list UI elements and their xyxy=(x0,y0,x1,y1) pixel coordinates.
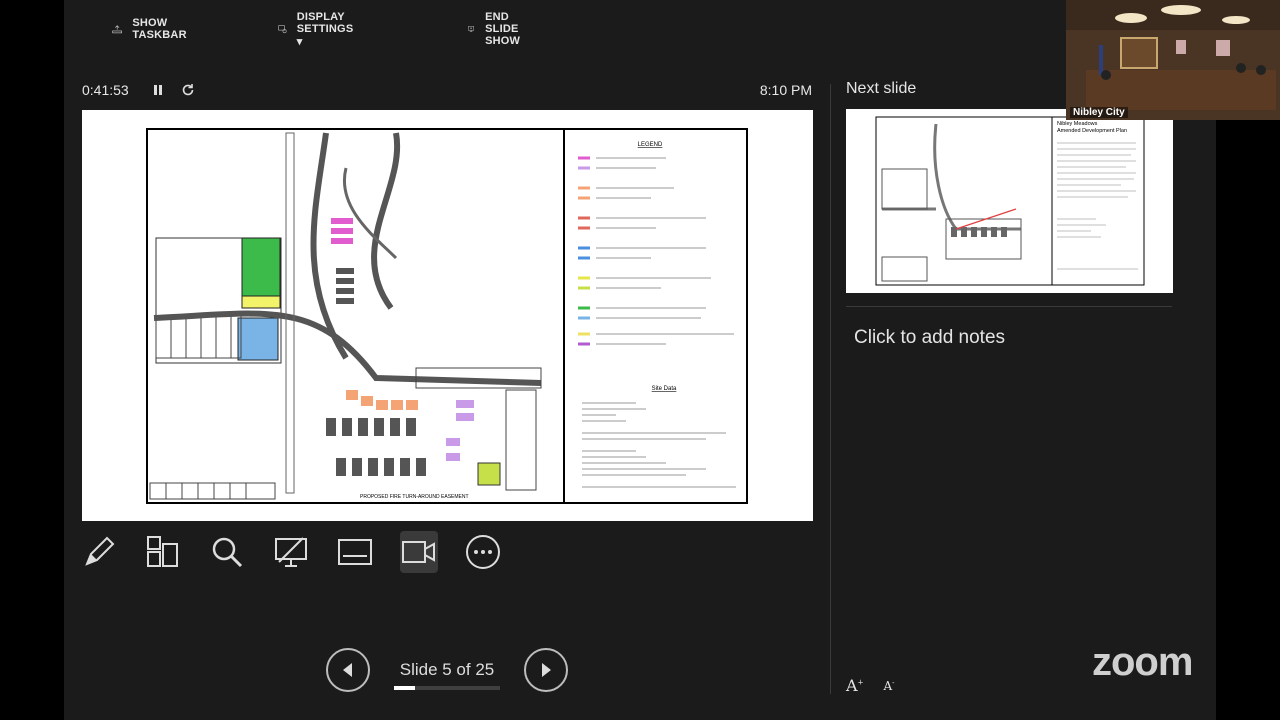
current-time: 8:10 PM xyxy=(759,82,812,98)
previous-slide-button[interactable] xyxy=(326,648,370,692)
next-slide-button[interactable] xyxy=(524,648,568,692)
more-options-icon xyxy=(466,535,500,569)
taskbar-icon xyxy=(112,25,123,34)
show-taskbar-label: SHOW TASKBAR xyxy=(132,17,187,41)
participant-video[interactable]: Nibley City xyxy=(1066,0,1280,120)
zoom-logo: zoom xyxy=(1092,640,1193,684)
notes-font-controls: A+ A- xyxy=(846,676,894,695)
camera-toggle-button[interactable] xyxy=(400,531,438,573)
show-taskbar-button[interactable]: SHOW TASKBAR xyxy=(112,17,192,41)
slide-progress-fill xyxy=(394,686,416,690)
display-settings-icon xyxy=(278,25,287,34)
display-settings-button[interactable]: DISPLAY SETTINGS ▾ xyxy=(278,11,361,48)
left-letterbox xyxy=(0,0,64,720)
magnifier-icon xyxy=(212,537,243,568)
site-data-title: Site Data xyxy=(652,386,677,392)
elapsed-timer: 0:41:53 xyxy=(82,82,129,98)
council-room-video xyxy=(1066,0,1280,120)
camera-icon xyxy=(402,541,435,563)
previous-arrow-icon xyxy=(343,663,352,677)
decrease-font-icon: A xyxy=(883,679,893,693)
slide-navigation: Slide 5 of 25 xyxy=(326,648,568,694)
easement-label: PROPOSED FIRE TURN-AROUND EASEMENT xyxy=(360,494,469,500)
legend-title: LEGEND xyxy=(638,142,663,148)
pane-divider[interactable] xyxy=(830,84,831,694)
increase-font-button[interactable]: A+ xyxy=(846,676,863,695)
increase-font-icon: A xyxy=(846,676,858,695)
see-all-slides-icon xyxy=(147,536,178,567)
laser-pointer-icon xyxy=(275,537,307,567)
end-slide-show-button[interactable]: END SLIDE SHOW xyxy=(468,11,529,47)
pen-tool-button[interactable] xyxy=(80,531,118,573)
laser-pointer-button[interactable] xyxy=(272,531,310,573)
end-slide-show-label: END SLIDE SHOW xyxy=(485,11,521,47)
next-slide-thumbnail[interactable]: Nibley Meadows Amended Development Plan xyxy=(846,109,1173,293)
decrease-font-button[interactable]: A- xyxy=(883,679,894,698)
participant-name: Nibley City xyxy=(1070,107,1128,118)
display-settings-label: DISPLAY SETTINGS ▾ xyxy=(296,10,354,48)
slide-counter[interactable]: Slide 5 of 25 xyxy=(394,660,500,680)
see-all-slides-button[interactable] xyxy=(144,531,182,573)
next-arrow-icon xyxy=(542,663,551,677)
pause-icon[interactable] xyxy=(150,82,166,98)
next-slide-label: Next slide xyxy=(846,80,917,97)
site-plan-drawing: PROPOSED FIRE TURN-AROUND EASEMENT LEGEN… xyxy=(146,128,748,504)
subtitles-icon xyxy=(338,539,372,565)
slide-progress-bar xyxy=(394,686,500,690)
thumbnail-separator xyxy=(846,306,1172,307)
pen-icon xyxy=(85,536,115,566)
restart-timer-icon[interactable] xyxy=(180,82,196,98)
current-slide[interactable]: PROPOSED FIRE TURN-AROUND EASEMENT LEGEN… xyxy=(82,110,813,521)
speaker-notes-area[interactable]: Click to add notes xyxy=(854,327,1005,349)
next-slide-title-line1: Nibley Meadows xyxy=(1057,121,1098,127)
slide-tools xyxy=(80,531,502,573)
next-slide-title-line2: Amended Development Plan xyxy=(1057,128,1127,134)
more-options-button[interactable] xyxy=(464,531,502,573)
next-slide-preview: Nibley Meadows Amended Development Plan xyxy=(875,116,1145,286)
zoom-into-slide-button[interactable] xyxy=(208,531,246,573)
subtitles-button[interactable] xyxy=(336,531,374,573)
end-show-icon xyxy=(468,26,474,32)
